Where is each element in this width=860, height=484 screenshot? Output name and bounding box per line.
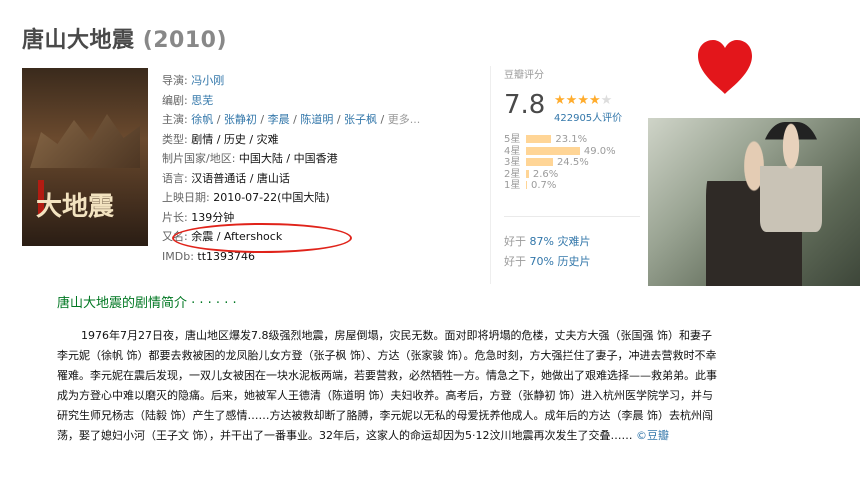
rating-votes-link[interactable]: 422905人评价 [554,109,622,124]
rating-bar-row: 3星 24.5% [504,157,616,169]
region-label: 制片国家/地区: [162,152,236,165]
rating-bar-pct: 49.0% [583,145,616,157]
rating-label: 豆瓣评分 [504,70,544,81]
rating-bar-row: 4星 49.0% [504,146,616,158]
rating-bar-row: 2星 2.6% [504,169,616,181]
genre-value: 剧情 / 历史 / 灾难 [191,132,279,146]
synopsis-text: 1976年7月27日夜，唐山地区爆发7.8级强烈地震，房屋倒塌，灾民无数。面对即… [57,329,717,442]
separator: / [333,113,345,126]
cast-link[interactable]: 李晨 [268,113,290,126]
star-icon: ★ [600,93,613,108]
director-link[interactable]: 冯小刚 [191,74,224,87]
cast-more-link[interactable]: 更多... [388,113,421,126]
rating-panel: 豆瓣评分 7.8 ★★★★★ 422905人评价 [504,66,644,124]
rating-bar-label: 3星 [504,157,521,169]
page-title: 唐山大地震 (2010) [22,22,227,54]
genre-label: 类型: [162,132,188,146]
synopsis-heading: 唐山大地震的剧情简介 · · · · · · [57,296,237,311]
region-value: 中国大陆 / 中国香港 [238,152,338,165]
language-value: 汉语普通话 / 唐山话 [191,171,290,185]
writer-link[interactable]: 思芜 [191,94,213,107]
star-icon: ★ [577,93,589,108]
rating-bar-pct: 0.7% [531,180,557,192]
info-language: 语言: 汉语普通话 / 唐山话 [162,169,420,189]
poster-title: 大地震 [36,192,115,222]
imdb-label: IMDb: [162,249,194,263]
info-region: 制片国家/地区: 中国大陆 / 中国香港 [162,149,420,169]
movie-year: (2010) [142,28,228,53]
info-release: 上映日期: 2010-07-22(中国大陆) [162,188,420,208]
rating-bar-pct: 23.1% [555,134,588,145]
better-genre-link[interactable]: 历史片 [557,255,590,268]
release-value: 2010-07-22(中国大陆) [213,191,330,204]
rating-bar-fill [526,135,552,143]
release-label: 上映日期: [162,191,210,204]
runtime-value: 139分钟 [191,210,235,224]
rating-bar-row: 1星 0.7% [504,180,616,192]
cast-link[interactable]: 徐帆 [191,113,213,126]
writer-label: 编剧: [162,93,188,107]
better-than-1: 好于 87% 灾难片 [504,233,590,249]
star-icon: ★ [565,93,578,108]
language-label: 语言: [162,171,188,185]
rating-stars: ★★★★★ [554,93,612,108]
rating-breakdown: 5星 23.1% 4星 49.0% 3星 24.5% 2星 2.6% 1星 0.7% [504,134,616,192]
cast-link[interactable]: 陈道明 [300,113,333,126]
cast-link[interactable]: 张子枫 [344,113,377,126]
rating-bar-label: 1星 [504,180,521,192]
synopsis-body: 1976年7月27日夜，唐山地区爆发7.8级强烈地震，房屋倒塌，灾民无数。面对即… [57,326,717,446]
movie-poster[interactable]: 大地震 [22,68,148,246]
separator: / [289,113,301,126]
separator: / [256,113,268,126]
rating-bar-fill [526,181,527,190]
better-genre-link[interactable]: 灾难片 [557,235,590,248]
info-genre: 类型: 剧情 / 历史 / 灾难 [162,130,420,150]
rating-bar-pct: 2.6% [532,168,559,180]
star-icon: ★ [588,93,601,108]
photo-figure-child [760,122,822,232]
rating-bar-label: 2星 [504,168,521,180]
separator: / [377,113,388,126]
info-director: 导演: 冯小刚 [162,71,420,91]
movie-name: 唐山大地震 [22,28,135,53]
better-prefix: 好于 [504,235,526,248]
rating-bar-pct: 24.5% [556,157,589,169]
rating-bar-fill [526,169,529,178]
rating-bar-fill [526,158,553,167]
cast-label: 主演: [162,113,188,126]
cast-link[interactable]: 张静初 [224,113,257,126]
better-than-2: 好于 70% 历史片 [504,253,590,269]
better-pct: 70% [529,255,554,268]
better-prefix: 好于 [504,255,526,268]
movie-still-photo [648,118,860,286]
synopsis-source-link[interactable]: ©豆瓣 [636,429,669,442]
director-label: 导演: [162,74,188,87]
rating-bar-row: 5星 23.1% [504,134,616,146]
star-icon: ★ [554,93,566,108]
better-pct: 87% [529,235,554,248]
highlight-oval-annotation [172,223,352,253]
poster-ruins-image [30,114,140,168]
rating-bar-label: 5星 [504,134,521,145]
rating-bar-fill [526,146,580,155]
info-writer: 编剧: 思芜 [162,91,420,111]
rating-bar-label: 4星 [504,145,521,157]
runtime-label: 片长: [162,210,188,224]
rating-score: 7.8 [504,90,546,120]
heart-icon [698,40,752,94]
vertical-divider [490,66,491,284]
info-cast: 主演: 徐帆 / 张静初 / 李晨 / 陈道明 / 张子枫 / 更多... [162,110,420,130]
rating-divider [504,216,640,217]
separator: / [213,113,224,126]
